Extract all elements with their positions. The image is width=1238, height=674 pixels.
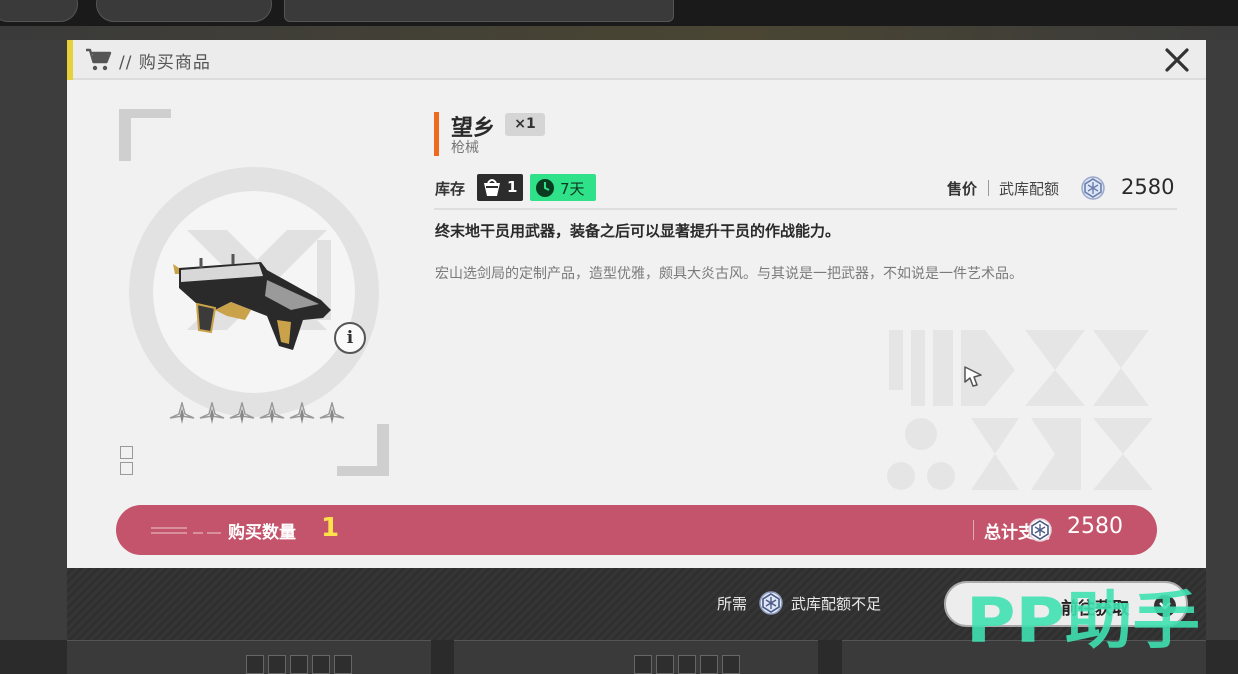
details-divider [434,208,1177,210]
time-limit-value: 7天 [560,180,585,198]
purchase-quantity-bar: 购买数量 1 总计支付 2580 [116,505,1157,555]
rarity-star-icon [169,402,195,424]
background-slot [246,655,264,674]
rarity-star-icon [319,402,345,424]
background-slot [700,655,718,674]
background-slot [678,655,696,674]
header-accent [67,40,73,80]
arsenal-coin-icon [759,591,783,615]
weapon-image [173,254,331,350]
price-label: 售价 [947,180,978,198]
arsenal-coin-icon [1028,518,1052,542]
quantity-value[interactable]: 1 [321,513,339,543]
decorative-pattern [887,330,1153,490]
background-slot [334,655,352,674]
price-separator [988,180,989,196]
decorative-dots [151,527,221,534]
mouse-cursor-icon [964,366,982,387]
dialog-title: // 购买商品 [119,53,211,73]
page-indicator-box [120,446,133,459]
arsenal-coin-icon [1081,176,1105,200]
background-panel-left [0,40,70,640]
frame-corner [119,109,131,161]
watermark-text: PP助手 [966,584,1200,654]
insufficient-text: 武库配额不足 [791,595,882,613]
clock-icon [536,179,554,197]
close-icon[interactable] [1163,46,1191,74]
name-accent-bar [434,112,439,156]
rarity-star-icon [259,402,285,424]
background-slot [290,655,308,674]
dialog-header: // 购买商品 [67,40,1206,80]
time-limit-badge: 7天 [530,174,596,201]
need-label: 所需 [717,595,748,613]
stock-bag-icon [484,179,500,196]
background-tab [96,0,272,22]
price-currency-name: 武库配额 [999,180,1060,198]
purchase-dialog: // 购买商品 i 望乡 ×1 枪械 库存 1 7天 售价 武库配额 2580 … [67,40,1206,568]
total-separator [973,520,974,540]
price-value: 2580 [1121,175,1175,199]
rarity-stars [169,402,345,428]
background-slot [268,655,286,674]
item-type: 枪械 [451,140,479,156]
info-icon[interactable]: i [334,322,366,354]
rarity-star-icon [229,402,255,424]
background-tab [0,0,78,22]
item-count-badge: ×1 [505,113,545,136]
background-tab [284,0,674,22]
total-value: 2580 [1067,514,1123,539]
page-indicator-box [120,462,133,475]
background-slot [634,655,652,674]
stock-badge: 1 [477,174,523,201]
rarity-star-icon [199,402,225,424]
watermark-logo: PP助手 [966,584,1200,654]
cart-icon [86,48,112,71]
background-panel-right [1206,40,1238,640]
background-slot [722,655,740,674]
item-description: 终末地干员用武器，装备之后可以显著提升干员的作战能力。 [435,222,841,240]
stock-value: 1 [507,178,518,196]
background-slot [656,655,674,674]
item-flavor-text: 宏山选剑局的定制产品，造型优雅，颇具大炎古风。与其说是一把武器，不如说是一件艺术… [435,266,1023,282]
quantity-label: 购买数量 [228,523,296,543]
stock-label: 库存 [435,180,466,198]
background-slot [312,655,330,674]
frame-corner [377,424,389,476]
rarity-star-icon [289,402,315,424]
